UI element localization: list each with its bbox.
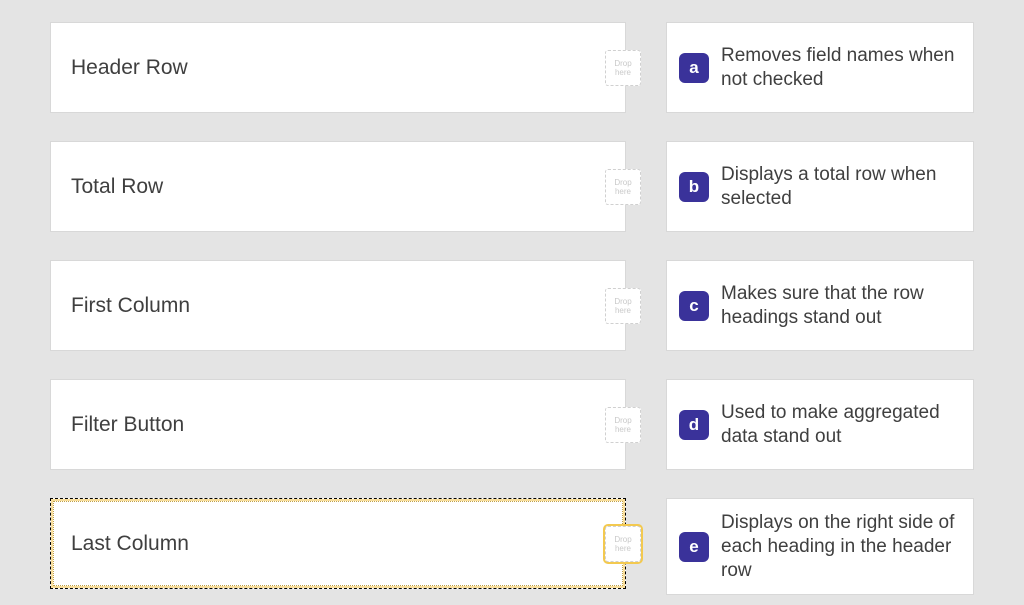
prompt-card-first-column[interactable]: First Column Drop here [50, 260, 626, 351]
drop-text-2: here [615, 544, 631, 553]
answer-card-b[interactable]: b Displays a total row when selected [666, 141, 974, 232]
answer-text: Displays on the right side of each headi… [721, 511, 961, 582]
prompt-label: Header Row [71, 56, 188, 80]
drop-text-1: Drop [614, 297, 631, 306]
answer-text: Used to make aggregated data stand out [721, 401, 961, 449]
prompt-card-header-row[interactable]: Header Row Drop here [50, 22, 626, 113]
answer-text: Makes sure that the row headings stand o… [721, 282, 961, 330]
drop-zone[interactable]: Drop here [605, 288, 641, 324]
drop-zone[interactable]: Drop here [605, 169, 641, 205]
prompt-label: Filter Button [71, 413, 184, 437]
prompt-card-last-column[interactable]: Last Column Drop here [50, 498, 626, 589]
answer-card-d[interactable]: d Used to make aggregated data stand out [666, 379, 974, 470]
drop-zone[interactable]: Drop here [605, 50, 641, 86]
prompt-label: Total Row [71, 175, 163, 199]
answer-letter-badge: b [679, 172, 709, 202]
answer-card-e[interactable]: e Displays on the right side of each hea… [666, 498, 974, 595]
drop-text-2: here [615, 306, 631, 315]
answer-letter-badge: e [679, 532, 709, 562]
drop-zone[interactable]: Drop here [605, 407, 641, 443]
answer-letter-badge: c [679, 291, 709, 321]
answer-text: Displays a total row when selected [721, 163, 961, 211]
answer-letter-badge: d [679, 410, 709, 440]
answer-letter-badge: a [679, 53, 709, 83]
answers-column: a Removes field names when not checked b… [666, 22, 974, 595]
drop-text-1: Drop [614, 416, 631, 425]
prompts-column: Header Row Drop here Total Row Drop here… [50, 22, 626, 595]
matching-activity: Header Row Drop here Total Row Drop here… [0, 0, 1024, 605]
drop-text-2: here [615, 68, 631, 77]
answer-card-a[interactable]: a Removes field names when not checked [666, 22, 974, 113]
drop-text-1: Drop [614, 535, 631, 544]
drop-zone[interactable]: Drop here [605, 526, 641, 562]
drop-text-1: Drop [614, 59, 631, 68]
answer-text: Removes field names when not checked [721, 44, 961, 92]
prompt-label: First Column [71, 294, 190, 318]
prompt-card-filter-button[interactable]: Filter Button Drop here [50, 379, 626, 470]
drop-text-1: Drop [614, 178, 631, 187]
answer-card-c[interactable]: c Makes sure that the row headings stand… [666, 260, 974, 351]
drop-text-2: here [615, 425, 631, 434]
prompt-label: Last Column [71, 532, 189, 556]
prompt-card-total-row[interactable]: Total Row Drop here [50, 141, 626, 232]
drop-text-2: here [615, 187, 631, 196]
